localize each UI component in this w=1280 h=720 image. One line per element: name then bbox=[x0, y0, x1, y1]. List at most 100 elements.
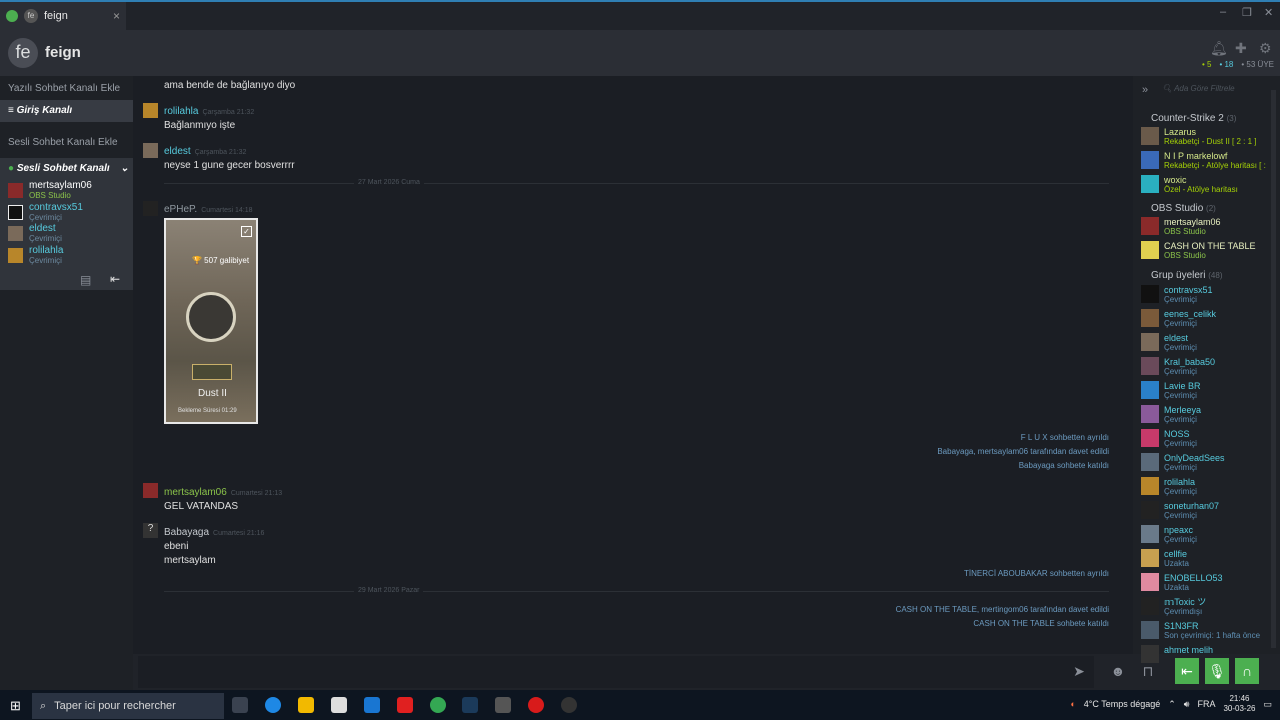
obs-icon[interactable] bbox=[561, 697, 577, 713]
member-row[interactable]: Lavie BR Çevrimiçi bbox=[1141, 381, 1201, 400]
member-row[interactable]: 𝕞Toxic ツ Çevrimdışı bbox=[1141, 597, 1206, 616]
member-row[interactable]: npeaxc Çevrimiçi bbox=[1141, 525, 1197, 544]
voice-user[interactable]: rolilahla Çevrimiçi bbox=[8, 246, 63, 266]
avatar[interactable] bbox=[143, 143, 158, 158]
avatar[interactable] bbox=[143, 103, 158, 118]
collapse-panel-icon[interactable]: » bbox=[1142, 84, 1148, 96]
voice-user[interactable]: contravsx51 Çevrimiçi bbox=[8, 203, 83, 223]
send-icon[interactable]: ➤ bbox=[1067, 658, 1091, 684]
member-row[interactable]: Kral_baba50 Çevrimiçi bbox=[1141, 357, 1215, 376]
member-name: eldest bbox=[1164, 333, 1189, 343]
message-text: mertsaylam bbox=[164, 555, 216, 566]
clock-time: 21:46 bbox=[1229, 694, 1250, 703]
clock[interactable]: 21:46 30-03-26 bbox=[1223, 694, 1255, 714]
member-row[interactable]: eenes_celikk Çevrimiçi bbox=[1141, 309, 1216, 328]
tab-close-button[interactable]: × bbox=[113, 9, 120, 23]
opera-icon[interactable] bbox=[528, 697, 544, 713]
close-window-button[interactable]: ✕ bbox=[1264, 6, 1273, 19]
member-status: Özel - Atölye haritası bbox=[1164, 185, 1238, 194]
emoticon-icon[interactable]: ☻ bbox=[1106, 658, 1130, 684]
message-author[interactable]: Babayaga bbox=[164, 527, 209, 538]
member-row[interactable]: N I P markelowf Rekabetçi - Atölye harita… bbox=[1141, 151, 1266, 170]
date-divider-label: 27 Mart 2026 Cuma bbox=[354, 179, 424, 186]
maximize-button[interactable]: ❐ bbox=[1242, 6, 1252, 19]
member-row[interactable]: CASH ON THE TABLE OBS Studio bbox=[1141, 241, 1256, 260]
tray-chevron-icon[interactable]: ⌃ bbox=[1168, 699, 1176, 710]
message-author[interactable]: eldest bbox=[164, 146, 191, 157]
message-author[interactable]: mertsaylam06 bbox=[164, 487, 227, 498]
chrome-icon[interactable] bbox=[430, 697, 446, 713]
members-scrollbar[interactable] bbox=[1271, 90, 1276, 648]
add-friend-icon[interactable]: ✚ bbox=[1235, 40, 1251, 56]
store-icon[interactable] bbox=[331, 697, 347, 713]
match-result-card[interactable]: ✓ 🏆 507 galibiyet Dust II Bekleme Süresi… bbox=[164, 218, 258, 424]
mail-icon[interactable] bbox=[364, 697, 380, 713]
avatar bbox=[1141, 151, 1159, 169]
message-header: Babayaga Cumartesi 21:16 bbox=[164, 527, 264, 538]
window-tab[interactable]: fe feign × bbox=[0, 2, 126, 30]
edge-icon[interactable] bbox=[265, 697, 281, 713]
member-row[interactable]: cellfie Uzakta bbox=[1141, 549, 1189, 568]
member-row[interactable]: woxic Özel - Atölye haritası bbox=[1141, 175, 1238, 194]
avatar bbox=[1141, 241, 1159, 259]
member-row[interactable]: ENOBELLO53 Uzakta bbox=[1141, 573, 1223, 592]
member-name: Merleeya bbox=[1164, 405, 1202, 415]
avatar bbox=[1141, 333, 1159, 351]
message-header: mertsaylam06 Cumartesi 21:13 bbox=[164, 487, 282, 498]
voice-channel-item[interactable]: ● Sesli Sohbet Kanalı ⌄ bbox=[8, 163, 129, 174]
member-row[interactable]: soneturhan07 Çevrimiçi bbox=[1141, 501, 1219, 520]
cooldown-text: Bekleme Süresi 01:29 bbox=[178, 408, 237, 414]
message-input[interactable] bbox=[138, 656, 1094, 688]
leave-voice-icon[interactable]: ⇤ bbox=[110, 272, 120, 286]
taskbar-search[interactable]: ⌕ Taper ici pour rechercher bbox=[32, 693, 224, 719]
voice-user[interactable]: eldest Çevrimiçi bbox=[8, 224, 62, 244]
message-author[interactable]: ePHeP. bbox=[164, 204, 197, 215]
group-count: (48) bbox=[1208, 271, 1223, 280]
windows-start-icon[interactable]: ⊞ bbox=[10, 698, 21, 714]
member-row[interactable]: S1N3FR Son çevrimiçi: 1 hafta önce bbox=[1141, 621, 1260, 640]
add-voice-channel[interactable]: Sesli Sohbet Kanalı Ekle bbox=[8, 137, 118, 148]
member-row[interactable]: ahmet melih bbox=[1141, 645, 1213, 663]
message-header: ePHeP. Cumartesi 14:18 bbox=[164, 204, 253, 215]
member-row[interactable]: OnlyDeadSees Çevrimiçi bbox=[1141, 453, 1225, 472]
avatar bbox=[1141, 549, 1159, 567]
member-filter-input[interactable]: 🔍︎ Ada Göre Filtrele bbox=[1162, 84, 1235, 93]
task-view-icon[interactable] bbox=[232, 697, 248, 713]
member-row[interactable]: eldest Çevrimiçi bbox=[1141, 333, 1197, 352]
text-channel-label: Giriş Kanalı bbox=[16, 105, 73, 116]
avatar[interactable] bbox=[143, 201, 158, 216]
member-status: Uzakta bbox=[1164, 583, 1189, 592]
total-count: 53 ÜYE bbox=[1246, 60, 1274, 69]
message-time: Çarşamba 21:32 bbox=[202, 109, 255, 116]
weather-text[interactable]: 4°C Temps dégagé bbox=[1084, 699, 1160, 709]
notification-icon[interactable]: ▭ bbox=[1263, 699, 1272, 710]
language-indicator[interactable]: FRA bbox=[1197, 699, 1215, 709]
message-author[interactable]: rolilahla bbox=[164, 106, 198, 117]
member-name: N I P markelowf bbox=[1164, 151, 1228, 161]
member-row[interactable]: rolilahla Çevrimiçi bbox=[1141, 477, 1197, 496]
headphones-icon[interactable]: ∩ bbox=[1235, 658, 1259, 684]
text-channel-item[interactable]: ≡ Giriş Kanalı bbox=[8, 105, 72, 116]
group-name[interactable]: feign bbox=[45, 44, 81, 61]
group-avatar[interactable]: fe bbox=[8, 38, 38, 68]
member-row[interactable]: mertsaylam06 OBS Studio bbox=[1141, 217, 1221, 236]
steam-taskbar-icon[interactable] bbox=[462, 697, 478, 713]
group-tab-icon: fe bbox=[24, 9, 38, 23]
member-row[interactable]: contravsx51 Çevrimiçi bbox=[1141, 285, 1213, 304]
minimize-button[interactable]: – bbox=[1220, 6, 1226, 18]
file-explorer-icon[interactable] bbox=[298, 697, 314, 713]
member-row[interactable]: NOSS Çevrimiçi bbox=[1141, 429, 1197, 448]
youtube-icon[interactable] bbox=[397, 697, 413, 713]
add-text-channel[interactable]: Yazılı Sohbet Kanalı Ekle bbox=[8, 83, 120, 94]
voice-settings-icon[interactable]: ▤ bbox=[80, 273, 91, 287]
volume-icon[interactable]: 🔊︎ bbox=[1184, 699, 1190, 710]
member-row[interactable]: Merleeya Çevrimiçi bbox=[1141, 405, 1201, 424]
bell-icon[interactable]: 🔔︎ bbox=[1210, 40, 1228, 56]
app-icon[interactable] bbox=[495, 697, 511, 713]
member-row[interactable]: Lazarus Rekabetçi - Dust II [ 2 : 1 ] bbox=[1141, 127, 1256, 146]
avatar bbox=[8, 248, 23, 263]
avatar[interactable]: ? bbox=[143, 523, 158, 538]
avatar[interactable] bbox=[143, 483, 158, 498]
voice-user[interactable]: mertsaylam06 OBS Studio bbox=[8, 181, 92, 201]
gear-icon[interactable]: ⚙ bbox=[1259, 40, 1275, 56]
